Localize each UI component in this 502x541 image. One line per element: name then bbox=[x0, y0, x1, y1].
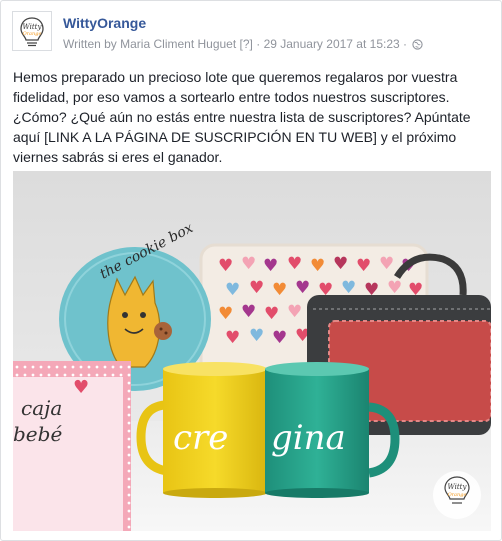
giveaway-products-photo: ♥♥♥ ♥♥♥ ♥♥♥ ♥♥♥ ♥♥♥ ♥♥♥ ♥♥♥ ♥♥♥ ♥♥♥ ♥♥♥ … bbox=[13, 171, 491, 531]
box-text-1: caja bbox=[21, 396, 62, 420]
post-text-line: ¿Cómo? ¿Qué aún no estás entre nuestra l… bbox=[13, 109, 471, 125]
author-name[interactable]: Maria Climent Huguet bbox=[120, 37, 236, 51]
svg-text:♥: ♥ bbox=[263, 256, 278, 276]
svg-text:♥: ♥ bbox=[333, 254, 348, 274]
page-name-link[interactable]: WittyOrange bbox=[63, 15, 146, 31]
post-body-text: Hemos preparado un precioso lote que que… bbox=[13, 67, 491, 167]
svg-text:♥: ♥ bbox=[249, 278, 264, 298]
svg-text:♥: ♥ bbox=[241, 302, 256, 322]
post-text-line: Hemos preparado un precioso lote que que… bbox=[13, 69, 458, 85]
svg-text:♥: ♥ bbox=[218, 304, 233, 324]
author-badge[interactable]: [?] bbox=[240, 37, 253, 51]
svg-text:♥: ♥ bbox=[356, 256, 371, 276]
svg-text:♥: ♥ bbox=[272, 280, 287, 300]
meta-separator: · bbox=[403, 37, 408, 51]
caja-bebe-box: ♥ caja bebé bbox=[13, 361, 131, 531]
facebook-post-card: Witty Orange WittyOrange Written by Mari… bbox=[0, 0, 502, 541]
svg-text:♥: ♥ bbox=[218, 256, 233, 276]
svg-text:♥: ♥ bbox=[287, 302, 302, 322]
logo-text-top: Witty bbox=[23, 23, 43, 31]
watermark-text-top: Witty bbox=[448, 483, 468, 491]
post-header: Witty Orange WittyOrange Written by Mari… bbox=[12, 11, 492, 55]
svg-text:♥: ♥ bbox=[241, 254, 256, 274]
byline-prefix: Written by bbox=[63, 37, 117, 51]
svg-text:♥: ♥ bbox=[249, 326, 264, 346]
page-avatar[interactable]: Witty Orange bbox=[12, 11, 52, 51]
box-heart-icon: ♥ bbox=[73, 377, 89, 398]
post-photo[interactable]: ♥♥♥ ♥♥♥ ♥♥♥ ♥♥♥ ♥♥♥ ♥♥♥ ♥♥♥ ♥♥♥ ♥♥♥ ♥♥♥ … bbox=[13, 171, 491, 531]
post-text-line: fidelidad, por eso vamos a sortearlo ent… bbox=[13, 89, 450, 105]
post-text-line: aquí [LINK A LA PÁGINA DE SUSCRIPCIÓN EN… bbox=[13, 129, 457, 145]
meta-separator: · bbox=[256, 37, 261, 51]
svg-text:♥: ♥ bbox=[287, 254, 302, 274]
globe-icon[interactable] bbox=[412, 39, 423, 53]
mug-text-1: cre bbox=[173, 418, 228, 458]
watermark-text-bottom: Orange bbox=[448, 492, 467, 498]
mug-text-2: gina bbox=[271, 418, 346, 458]
svg-text:♥: ♥ bbox=[225, 280, 240, 300]
logo-text-bottom: Orange bbox=[23, 31, 42, 37]
witty-orange-logo-icon: Witty Orange bbox=[20, 17, 44, 47]
svg-text:♥: ♥ bbox=[310, 256, 325, 276]
witty-orange-watermark-icon: Witty Orange bbox=[433, 471, 481, 519]
post-meta: Written by Maria Climent Huguet [?] · 29… bbox=[63, 37, 423, 53]
post-text-line: viernes sabrás si eres el ganador. bbox=[13, 149, 223, 165]
svg-text:♥: ♥ bbox=[295, 278, 310, 298]
svg-text:♥: ♥ bbox=[264, 304, 279, 324]
svg-text:♥: ♥ bbox=[379, 254, 394, 274]
post-timestamp[interactable]: 29 January 2017 at 15:23 bbox=[264, 37, 400, 51]
box-text-2: bebé bbox=[13, 422, 62, 446]
svg-text:♥: ♥ bbox=[225, 328, 240, 348]
svg-text:♥: ♥ bbox=[272, 328, 287, 348]
